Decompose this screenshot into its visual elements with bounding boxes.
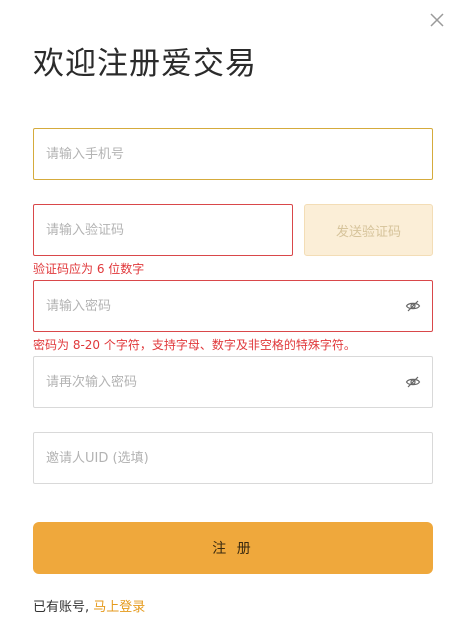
confirm-password-input[interactable] [34,357,432,407]
page-title: 欢迎注册爱交易 [33,46,257,82]
close-icon[interactable] [429,12,445,28]
phone-field[interactable] [33,128,433,180]
eye-off-icon[interactable] [405,374,421,390]
register-button[interactable]: 注 册 [33,522,433,574]
login-prompt-text: 已有账号, [33,600,90,615]
password-field[interactable] [33,280,433,332]
password-error-message: 密码为 8-20 个字符，支持字母、数字及非空格的特殊字符。 [33,338,356,352]
code-error-message: 验证码应为 6 位数字 [33,262,145,276]
invite-uid-input[interactable] [34,433,432,483]
code-input[interactable] [34,205,292,255]
send-code-button[interactable]: 发送验证码 [304,204,433,256]
confirm-password-field[interactable] [33,356,433,408]
password-input[interactable] [34,281,432,331]
eye-off-icon[interactable] [405,298,421,314]
invite-uid-field[interactable] [33,432,433,484]
code-field[interactable] [33,204,293,256]
login-prompt: 已有账号, 马上登录 [33,596,145,615]
login-link[interactable]: 马上登录 [93,600,145,615]
phone-input[interactable] [34,129,432,179]
